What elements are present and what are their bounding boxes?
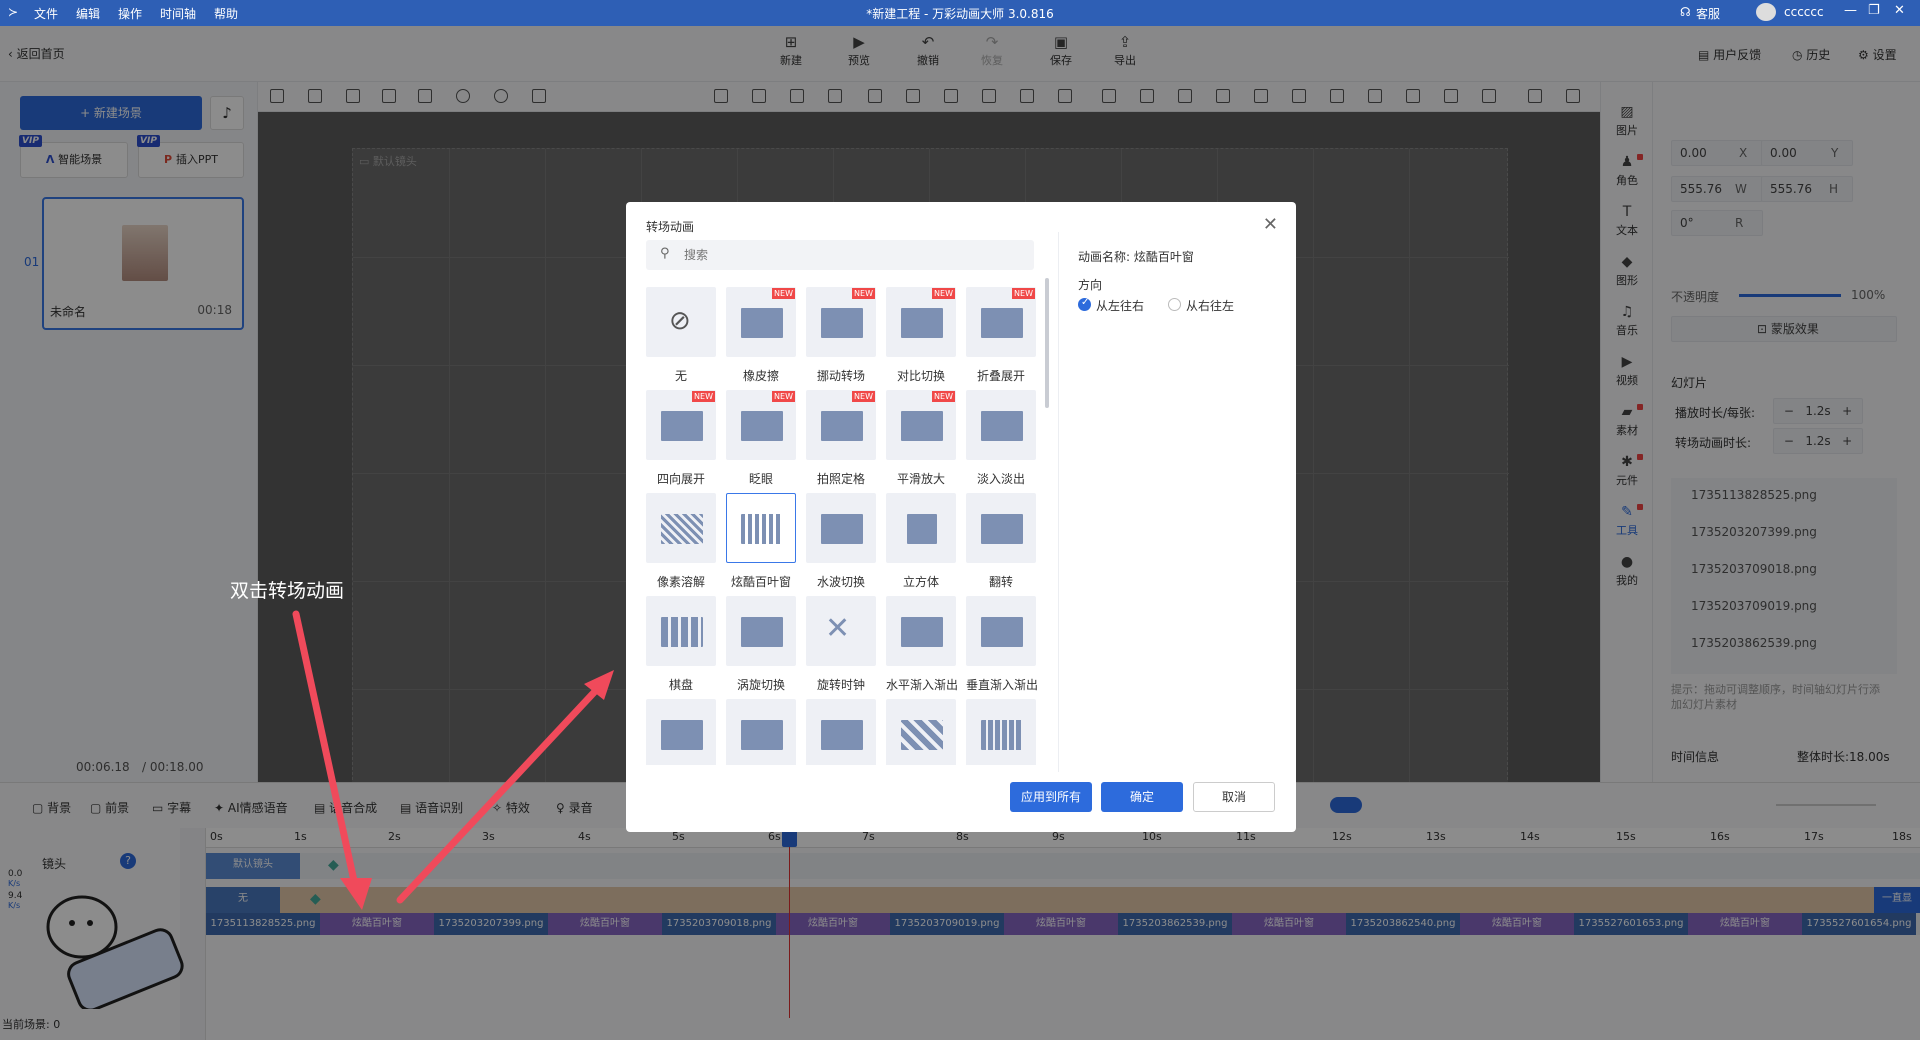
annotation-arrows [292,610,614,910]
